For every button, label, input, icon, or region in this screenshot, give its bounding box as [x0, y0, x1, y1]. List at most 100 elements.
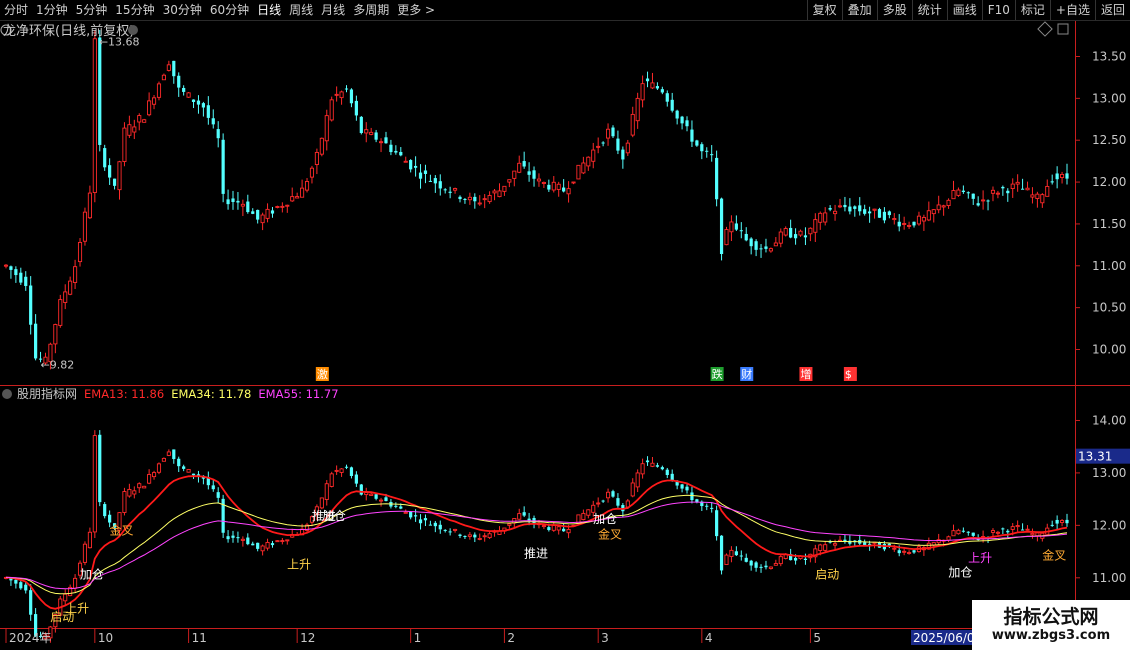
price-candle[interactable]: [58, 294, 63, 328]
price-candle[interactable]: [156, 81, 162, 101]
toolbar-button-4[interactable]: 画线: [946, 0, 982, 20]
event-marker-label: 增: [800, 367, 811, 381]
ema-value-label: EMA55: 11.77: [258, 387, 338, 401]
watermark-url: www.zbgs3.com: [991, 627, 1111, 643]
price-candle[interactable]: [576, 164, 581, 180]
ema-value-label: EMA34: 11.78: [171, 387, 251, 401]
period-tab-8[interactable]: 月线: [317, 0, 349, 20]
toolbar-button-6[interactable]: 标记: [1014, 0, 1050, 20]
event-marker-label: $: [845, 368, 852, 381]
price-candle[interactable]: [877, 207, 882, 218]
time-axis-label: 5: [813, 631, 821, 645]
time-axis-label: 12: [300, 631, 315, 645]
toolbar-button-7[interactable]: +自选: [1049, 0, 1095, 20]
signal-label: 金叉: [1042, 548, 1066, 563]
event-marker-label: 激: [317, 367, 328, 381]
indicator-tick-label: 13.00: [1092, 466, 1126, 480]
title-dropdown-icon[interactable]: [128, 25, 138, 35]
indicator-candle[interactable]: [221, 494, 225, 538]
indicator-candle[interactable]: [319, 497, 324, 510]
period-tab-6[interactable]: 日线: [253, 0, 285, 20]
signal-label: 金叉: [110, 523, 134, 538]
time-axis-label: 11: [192, 631, 207, 645]
price-candle[interactable]: [724, 226, 729, 246]
period-tab-7[interactable]: 周线: [285, 0, 317, 20]
indicator-candle[interactable]: [103, 502, 107, 519]
time-axis-label: 3: [601, 631, 609, 645]
period-tabs: 分时 1分钟 5分钟 15分钟 30分钟 60分钟 日线 周线 月线 多周期 更多 >: [0, 0, 439, 20]
toolbar-button-8[interactable]: 返回: [1094, 0, 1130, 20]
time-axis-label: 10: [98, 631, 113, 645]
price-pane-title: 龙净环保(日线,前复权): [3, 23, 134, 39]
signal-label: 启动: [815, 568, 839, 582]
site-watermark: 指标公式网 www.zbgs3.com: [972, 600, 1130, 650]
period-tab-10[interactable]: 更多 >: [393, 0, 439, 20]
signal-label: 上升: [65, 601, 89, 615]
time-axis-label: 2: [507, 631, 515, 645]
period-tab-3[interactable]: 15分钟: [111, 0, 158, 20]
toolbar-button-2[interactable]: 多股: [876, 0, 912, 20]
indicator-candle[interactable]: [142, 485, 147, 489]
indicator-candle[interactable]: [724, 553, 729, 566]
time-axis-label: 2024年: [9, 631, 52, 645]
period-tab-0[interactable]: 分时: [0, 0, 32, 20]
price-candle[interactable]: [319, 137, 324, 157]
price-tick-label: 12.50: [1092, 133, 1126, 147]
indicator-settings-icon[interactable]: [2, 389, 12, 399]
indicator-candle[interactable]: [329, 471, 334, 488]
toolbar-button-0[interactable]: 复权: [806, 0, 842, 20]
watermark-title: 指标公式网: [1003, 605, 1099, 628]
price-candle[interactable]: [122, 122, 127, 167]
price-candle[interactable]: [186, 92, 191, 98]
price-tick-label: 13.50: [1092, 49, 1126, 63]
indicator-candle[interactable]: [186, 468, 191, 473]
period-tab-9[interactable]: 多周期: [349, 0, 393, 20]
indicator-tick-label: 11.00: [1092, 571, 1126, 585]
price-candle[interactable]: [142, 118, 147, 123]
tool-buttons: 复权 叠加 多股 统计 画线 F10 标记 +自选 返回: [806, 0, 1130, 20]
indicator-candle[interactable]: [82, 541, 88, 566]
signal-label: 推进: [524, 546, 548, 560]
price-candle[interactable]: [719, 197, 724, 261]
price-tick-label: 10.50: [1092, 301, 1126, 315]
toolbar-button-3[interactable]: 统计: [911, 0, 947, 20]
signal-label: 上升: [287, 557, 311, 571]
price-tick-label: 10.00: [1092, 343, 1126, 357]
indicator-candle[interactable]: [719, 535, 724, 575]
period-tab-4[interactable]: 30分钟: [159, 0, 206, 20]
indicator-pane-title: 股朋指标网: [17, 386, 77, 401]
price-candle[interactable]: [329, 96, 334, 122]
signal-label: 金叉: [598, 526, 622, 541]
price-tick-label: 11.50: [1092, 217, 1126, 231]
event-marker-label: 跌: [712, 367, 723, 381]
period-tab-1[interactable]: 1分钟: [32, 0, 72, 20]
price-candle[interactable]: [359, 115, 363, 135]
current-value-label: 13.31: [1078, 450, 1112, 464]
price-candle[interactable]: [92, 30, 97, 203]
toolbar-button-5[interactable]: F10: [981, 0, 1015, 20]
price-candle[interactable]: [221, 133, 225, 203]
signal-label: 加仓: [593, 512, 617, 526]
indicator-candle[interactable]: [715, 505, 719, 541]
period-tab-5[interactable]: 60分钟: [206, 0, 253, 20]
ema-value-label: EMA13: 11.86: [84, 387, 164, 401]
indicator-candle[interactable]: [98, 430, 102, 507]
period-tab-2[interactable]: 5分钟: [72, 0, 112, 20]
price-tick-label: 12.00: [1092, 175, 1126, 189]
indicator-candle[interactable]: [359, 483, 363, 496]
indicator-candle[interactable]: [275, 540, 280, 543]
signal-label: 加仓: [948, 565, 972, 579]
signal-label: 上升: [968, 551, 992, 565]
indicator-tick-label: 12.00: [1092, 518, 1126, 532]
price-candle[interactable]: [103, 144, 107, 171]
indicator-candle[interactable]: [92, 430, 97, 539]
kline-chart[interactable]: 13.50 13.00 12.50 12.00 11.50 11.00 10.50 10.00…: [0, 21, 1130, 650]
signal-label: 推进: [312, 509, 336, 523]
low-price-label: ←9.82: [41, 359, 75, 372]
price-candle[interactable]: [715, 150, 719, 207]
indicator-candle[interactable]: [122, 487, 127, 516]
toolbar-button-1[interactable]: 叠加: [841, 0, 877, 20]
price-tick-label: 11.00: [1092, 259, 1126, 273]
indicator-candle[interactable]: [156, 462, 162, 475]
price-candle[interactable]: [82, 207, 88, 246]
